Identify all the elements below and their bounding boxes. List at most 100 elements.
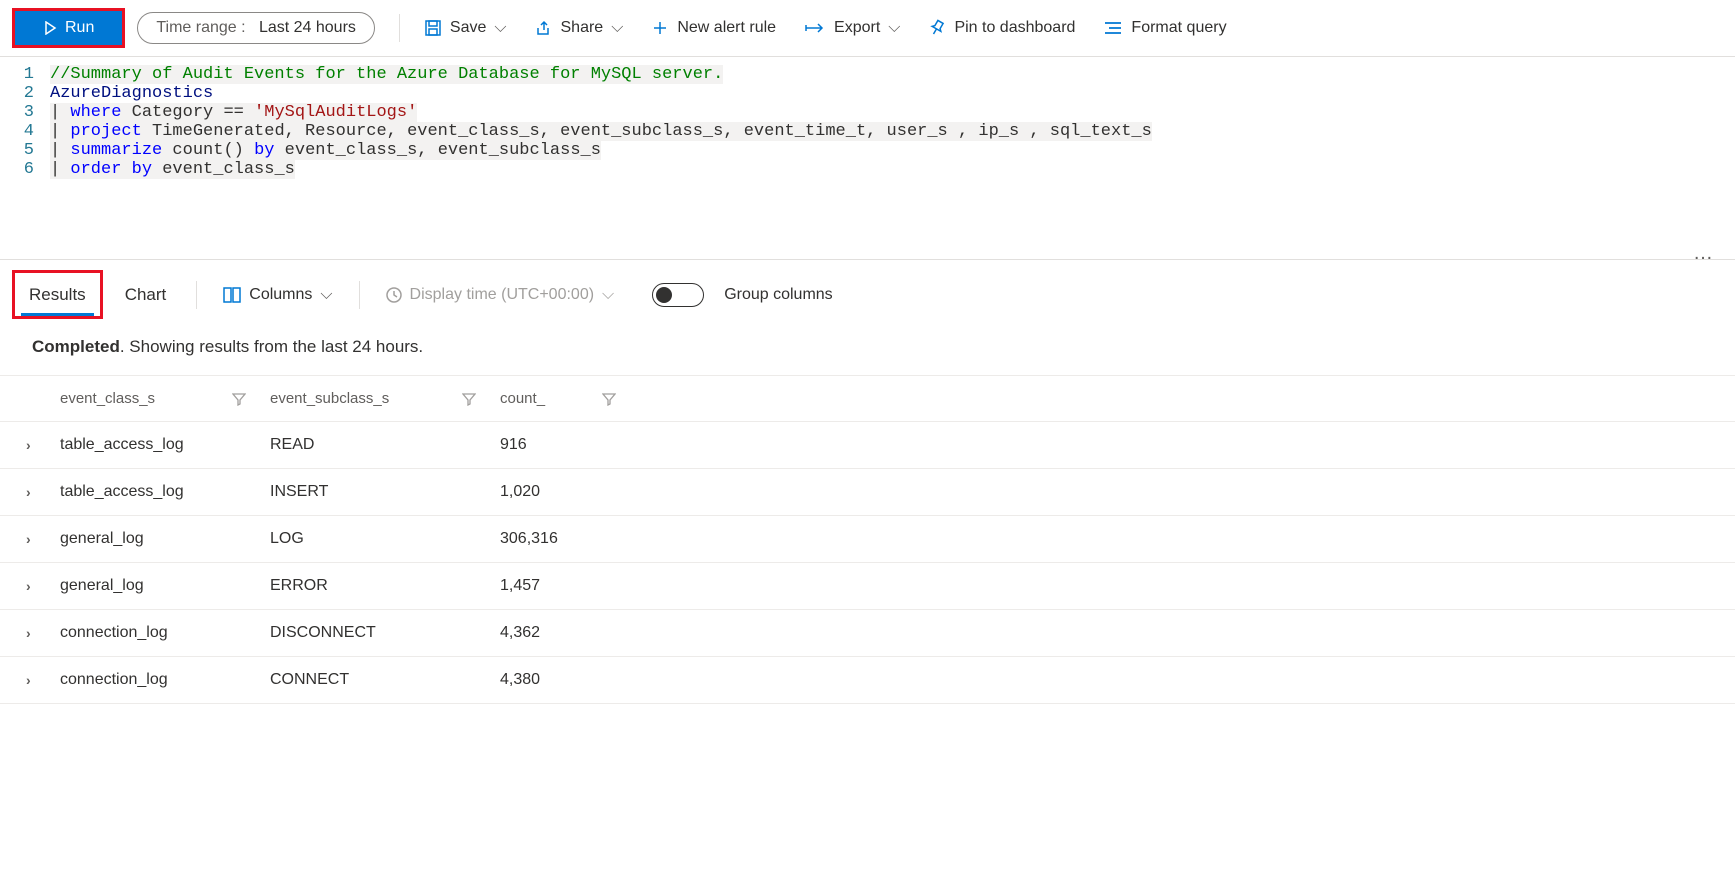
editor-line: 4 | project TimeGenerated, Resource, eve…	[0, 122, 1735, 141]
group-columns-label: Group columns	[724, 286, 833, 304]
filter-icon[interactable]	[602, 392, 616, 406]
export-label: Export	[834, 19, 880, 37]
columns-icon	[223, 287, 241, 303]
clock-icon	[386, 287, 402, 303]
cell-event-class: general_log	[60, 577, 270, 595]
editor-line: 1 //Summary of Audit Events for the Azur…	[0, 65, 1735, 84]
chevron-down-icon: ⌵	[494, 19, 506, 37]
status-completed: Completed	[32, 337, 120, 356]
cell-count: 4,362	[500, 624, 640, 642]
share-icon	[535, 19, 553, 37]
columns-button[interactable]: Columns ⌵	[213, 280, 342, 310]
format-button[interactable]: Format query	[1091, 13, 1238, 43]
chevron-down-icon: ⌵	[602, 286, 614, 304]
display-time-button: Display time (UTC+00:00) ⌵	[376, 280, 625, 310]
format-label: Format query	[1131, 19, 1226, 37]
cell-event-subclass: READ	[270, 436, 500, 454]
line-number: 5	[0, 141, 50, 160]
expand-row-icon[interactable]: ›	[0, 484, 60, 500]
expand-row-icon[interactable]: ›	[0, 437, 60, 453]
chevron-down-icon: ⌵	[888, 19, 900, 37]
column-header[interactable]: event_subclass_s	[270, 390, 500, 407]
export-icon	[804, 21, 826, 35]
query-editor[interactable]: 1 //Summary of Audit Events for the Azur…	[0, 57, 1735, 260]
filter-icon[interactable]	[462, 392, 476, 406]
new-alert-button[interactable]: New alert rule	[639, 13, 788, 43]
expand-row-icon[interactable]: ›	[0, 625, 60, 641]
time-range-label: Time range :	[156, 19, 245, 36]
cell-event-class: table_access_log	[60, 483, 270, 501]
run-button[interactable]: Run	[15, 11, 122, 45]
line-number: 1	[0, 65, 50, 84]
status-detail: . Showing results from the last 24 hours…	[120, 337, 423, 356]
cell-count: 916	[500, 436, 640, 454]
save-button[interactable]: Save ⌵	[412, 13, 519, 43]
toolbar-separator	[399, 14, 400, 42]
cell-event-subclass: ERROR	[270, 577, 500, 595]
pin-button[interactable]: Pin to dashboard	[916, 13, 1087, 43]
pin-label: Pin to dashboard	[954, 19, 1075, 37]
results-table: event_class_s event_subclass_s count_ ›t…	[0, 376, 1735, 704]
code-comment: //Summary of Audit Events for the Azure …	[50, 65, 723, 84]
cell-count: 4,380	[500, 671, 640, 689]
group-columns-toggle[interactable]	[652, 283, 704, 307]
line-number: 3	[0, 103, 50, 122]
table-row[interactable]: ›general_logLOG306,316	[0, 516, 1735, 563]
filter-icon[interactable]	[232, 392, 246, 406]
time-range-picker[interactable]: Time range : Last 24 hours	[137, 12, 375, 44]
expand-column	[0, 390, 60, 407]
display-time-label: Display time (UTC+00:00)	[410, 286, 595, 304]
table-body: ›table_access_logREAD916›table_access_lo…	[0, 422, 1735, 704]
table-row[interactable]: ›table_access_logREAD916	[0, 422, 1735, 469]
time-range-value: Last 24 hours	[259, 19, 356, 36]
line-number: 6	[0, 160, 50, 179]
tab-results[interactable]: Results	[21, 277, 94, 316]
plus-icon	[651, 19, 669, 37]
cell-event-class: connection_log	[60, 624, 270, 642]
cell-count: 306,316	[500, 530, 640, 548]
editor-line: 6 | order by event_class_s	[0, 160, 1735, 179]
cell-event-class: table_access_log	[60, 436, 270, 454]
table-row[interactable]: ›general_logERROR1,457	[0, 563, 1735, 610]
cell-event-subclass: CONNECT	[270, 671, 500, 689]
pin-icon	[928, 19, 946, 37]
save-icon	[424, 19, 442, 37]
run-label: Run	[65, 19, 94, 37]
query-toolbar: Run Time range : Last 24 hours Save ⌵ Sh…	[0, 0, 1735, 57]
share-button[interactable]: Share ⌵	[523, 13, 636, 43]
cell-event-class: connection_log	[60, 671, 270, 689]
chevron-down-icon: ⌵	[320, 286, 332, 304]
toolbar-separator	[359, 281, 360, 309]
query-status: Completed. Showing results from the last…	[0, 319, 1735, 376]
run-button-highlight: Run	[12, 8, 125, 48]
results-toolbar: … Results Chart Columns ⌵ Display time (…	[0, 260, 1735, 319]
tab-chart[interactable]: Chart	[111, 277, 181, 313]
more-menu[interactable]: …	[1693, 242, 1715, 265]
expand-row-icon[interactable]: ›	[0, 672, 60, 688]
table-row[interactable]: ›connection_logDISCONNECT4,362	[0, 610, 1735, 657]
new-alert-label: New alert rule	[677, 19, 776, 37]
code-identifier: AzureDiagnostics	[50, 84, 213, 103]
export-button[interactable]: Export ⌵	[792, 13, 912, 43]
cell-event-class: general_log	[60, 530, 270, 548]
cell-event-subclass: LOG	[270, 530, 500, 548]
column-header[interactable]: count_	[500, 390, 640, 407]
expand-row-icon[interactable]: ›	[0, 531, 60, 547]
cell-count: 1,457	[500, 577, 640, 595]
column-header[interactable]: event_class_s	[60, 390, 270, 407]
table-row[interactable]: ›table_access_logINSERT1,020	[0, 469, 1735, 516]
columns-label: Columns	[249, 286, 312, 304]
line-number: 4	[0, 122, 50, 141]
table-row[interactable]: ›connection_logCONNECT4,380	[0, 657, 1735, 704]
save-label: Save	[450, 19, 486, 37]
results-tab-highlight: Results	[12, 270, 103, 319]
toggle-knob	[656, 287, 672, 303]
editor-line: 5 | summarize count() by event_class_s, …	[0, 141, 1735, 160]
share-label: Share	[561, 19, 604, 37]
chevron-down-icon: ⌵	[611, 19, 623, 37]
toolbar-separator	[196, 281, 197, 309]
expand-row-icon[interactable]: ›	[0, 578, 60, 594]
table-header: event_class_s event_subclass_s count_	[0, 376, 1735, 422]
cell-count: 1,020	[500, 483, 640, 501]
line-number: 2	[0, 84, 50, 103]
